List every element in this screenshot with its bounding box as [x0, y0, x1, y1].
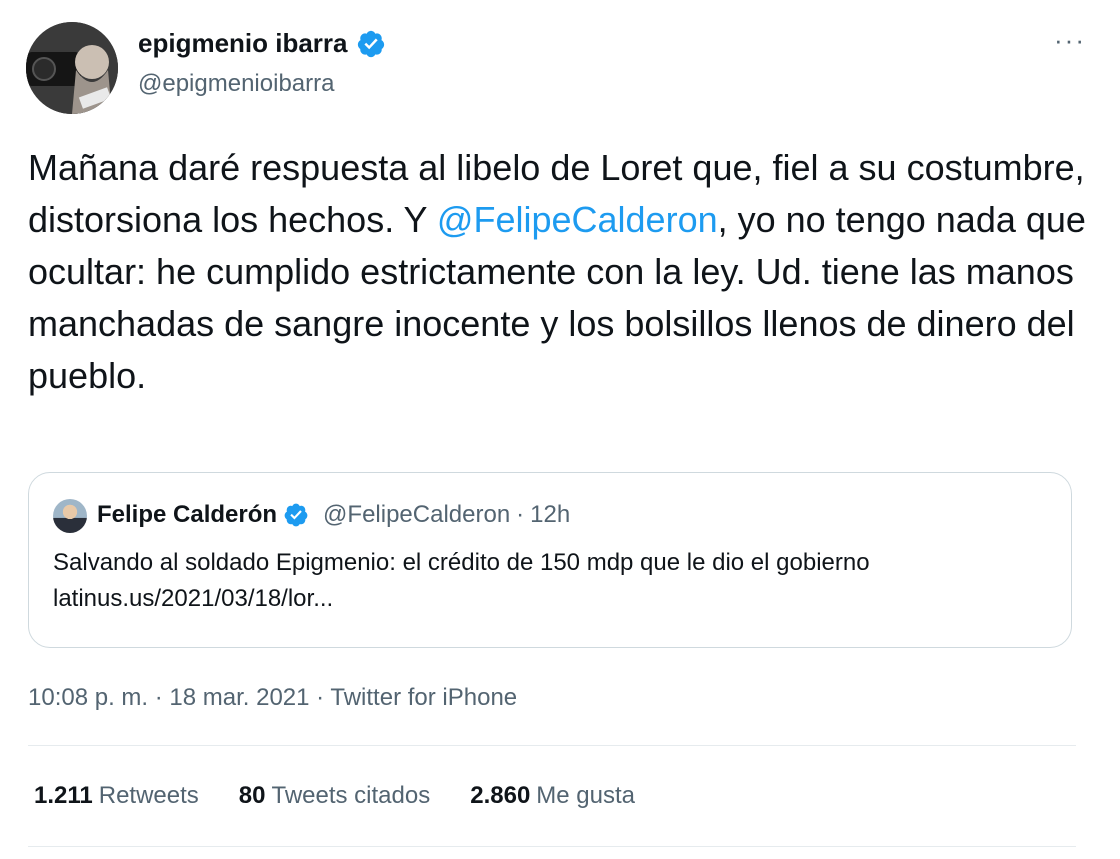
more-options-icon[interactable]: ··· [1054, 27, 1086, 53]
retweets-count: 1.211 [34, 782, 93, 809]
quotes-count: 80 [238, 782, 266, 809]
quoted-time[interactable]: 12h [530, 501, 570, 529]
quotes-label: Tweets citados [271, 782, 431, 809]
quoted-author-avatar[interactable] [53, 499, 87, 533]
quotes-stat[interactable]: 80 Tweets citados [239, 782, 430, 810]
author-avatar[interactable] [26, 22, 118, 114]
quoted-tweet-text: Salvando al soldado Epigmenio: el crédit… [53, 545, 1053, 617]
verified-badge-icon [284, 503, 308, 527]
quoted-author-name[interactable]: Felipe Calderón [97, 501, 277, 529]
retweets-label: Retweets [98, 782, 199, 809]
author-handle[interactable]: @epigmenioibarra [138, 70, 334, 98]
quoted-text-line: Salvando al soldado Epigmenio: el crédit… [53, 549, 870, 576]
likes-label: Me gusta [536, 782, 636, 809]
verified-badge-icon [357, 30, 384, 57]
likes-count: 2.860 [470, 782, 531, 809]
divider [28, 846, 1076, 847]
tweet-text: Mañana daré respuesta al libelo de Loret… [28, 142, 1088, 402]
likes-stat[interactable]: 2.860 Me gusta [470, 782, 635, 810]
author-name-row[interactable]: epigmenio ibarra [138, 28, 386, 59]
tweet-timestamp[interactable]: 10:08 p. m. · 18 mar. 2021 · Twitter for… [28, 684, 517, 712]
retweets-stat[interactable]: 1.211 Retweets [34, 782, 199, 810]
divider [28, 745, 1076, 746]
quoted-link[interactable]: latinus.us/2021/03/18/lor... [53, 581, 1053, 617]
tweet-detail: epigmenio ibarra @epigmenioibarra ··· Ma… [0, 0, 1120, 859]
avatar-photo-icon [26, 22, 118, 114]
quoted-tweet-card[interactable]: Felipe Calderón @FelipeCalderon · 12h Sa… [28, 472, 1072, 648]
quoted-author-handle[interactable]: @FelipeCalderon [323, 501, 510, 529]
author-display-name[interactable]: epigmenio ibarra [138, 28, 348, 59]
quoted-separator: · [516, 501, 525, 528]
quoted-tweet-header: Felipe Calderón @FelipeCalderon · 12h [97, 501, 570, 529]
engagement-stats: 1.211 Retweets 80 Tweets citados 2.860 Me g… [34, 782, 635, 810]
mention-link[interactable]: @FelipeCalderon [437, 199, 718, 240]
